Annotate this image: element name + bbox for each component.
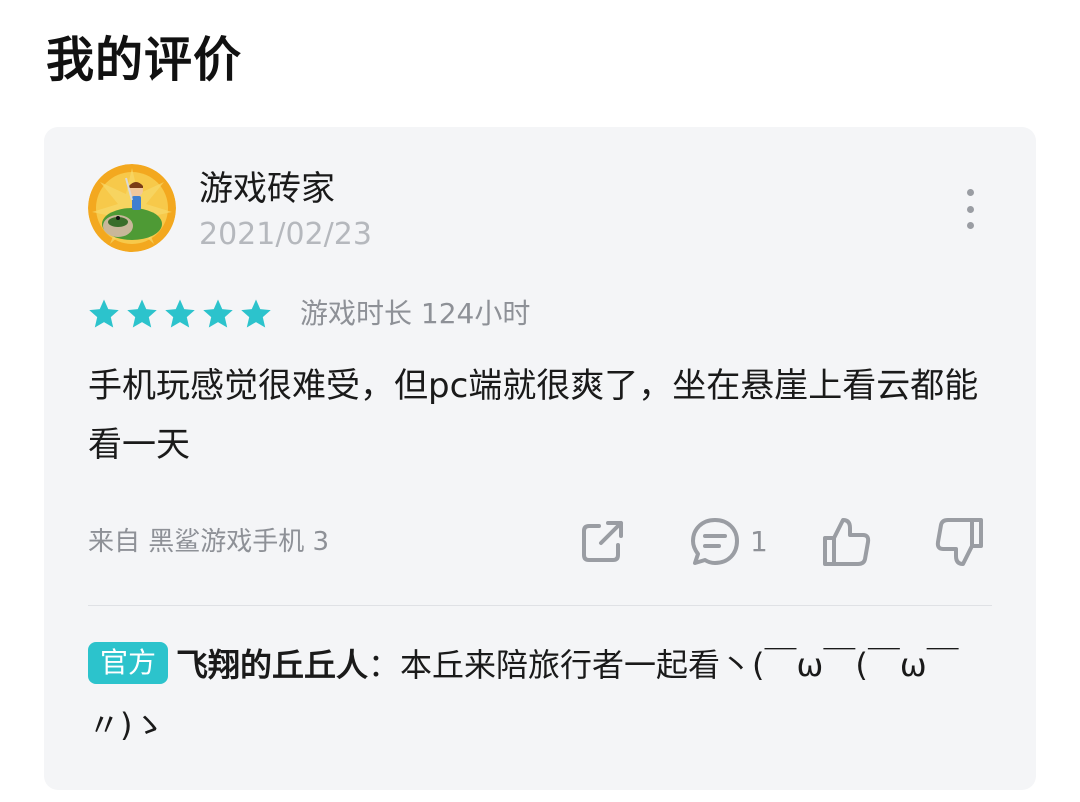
comment-icon[interactable] [688,515,742,569]
reply-separator: ： [368,646,401,684]
official-reply: 官方 飞翔的丘丘人：本丘来陪旅行者一起看丶(￣ω￣(￣ω￣〃)ゝ [88,635,988,755]
thumbs-up-icon[interactable] [820,515,874,569]
comment-count: 1 [750,525,768,558]
star-icon [241,299,271,328]
star-icon [127,299,157,328]
star-rating [87,297,273,331]
star-icon [165,299,195,328]
username[interactable]: 游戏砖家 [199,167,335,211]
official-badge: 官方 [88,642,169,684]
share-icon[interactable] [577,517,627,567]
page-title: 我的评价 [46,32,243,88]
thumbs-down-icon[interactable] [932,515,986,569]
review-text: 手机玩感觉很难受，但pc端就很爽了，坐在悬崖上看云都能看一天 [88,366,979,465]
divider [88,605,992,606]
more-vertical-icon [966,189,974,196]
device-source: 来自 黑鲨游戏手机 3 [88,527,330,557]
star-icon [89,299,119,328]
review-card: 游戏砖家 2021/02/23 游戏时长 124小时 手机玩感觉很难受，但pc端… [44,127,1036,790]
playtime: 游戏时长 124小时 [300,297,531,330]
review-date: 2021/02/23 [199,217,372,252]
star-icon [203,299,233,328]
avatar[interactable] [88,164,176,252]
more-options-button[interactable] [958,189,982,229]
reply-author[interactable]: 飞翔的丘丘人 [176,646,368,684]
avatar-image [88,164,176,252]
